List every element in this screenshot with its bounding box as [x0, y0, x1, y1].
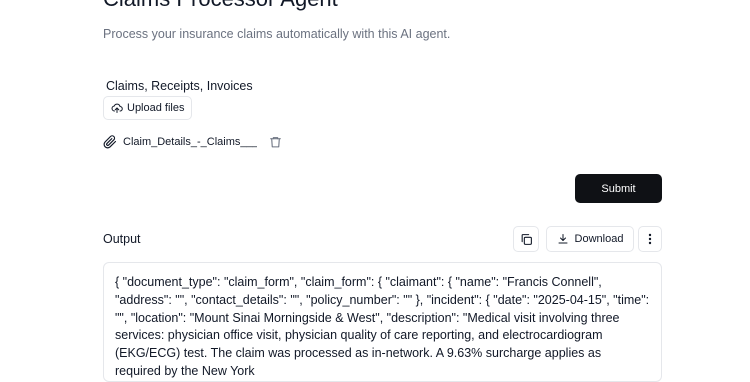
- trash-icon[interactable]: [269, 135, 282, 149]
- cloud-upload-icon: [111, 102, 123, 114]
- more-options-button[interactable]: [638, 226, 662, 252]
- output-text: { "document_type": "claim_form", "claim_…: [115, 275, 650, 378]
- submit-button[interactable]: Submit: [575, 174, 662, 203]
- output-label: Output: [103, 232, 141, 246]
- more-vertical-icon: [648, 233, 652, 245]
- download-icon: [557, 233, 569, 245]
- copy-icon: [520, 233, 533, 246]
- upload-files-button[interactable]: Upload files: [103, 96, 193, 120]
- paperclip-icon: [103, 135, 117, 149]
- uploaded-file-name: Claim_Details_-_Claims___...: [123, 136, 257, 148]
- page-title: Claims Processor Agent: [103, 0, 338, 12]
- output-panel: { "document_type": "claim_form", "claim_…: [103, 262, 662, 382]
- download-button[interactable]: Download: [546, 226, 634, 252]
- copy-button[interactable]: [513, 226, 539, 252]
- uploaded-file-item: Claim_Details_-_Claims___...: [103, 135, 282, 149]
- upload-files-label: Upload files: [127, 102, 185, 114]
- download-label: Download: [574, 233, 624, 245]
- page-subtitle: Process your insurance claims automatica…: [103, 27, 451, 41]
- upload-section-label: Claims, Receipts, Invoices: [106, 79, 253, 93]
